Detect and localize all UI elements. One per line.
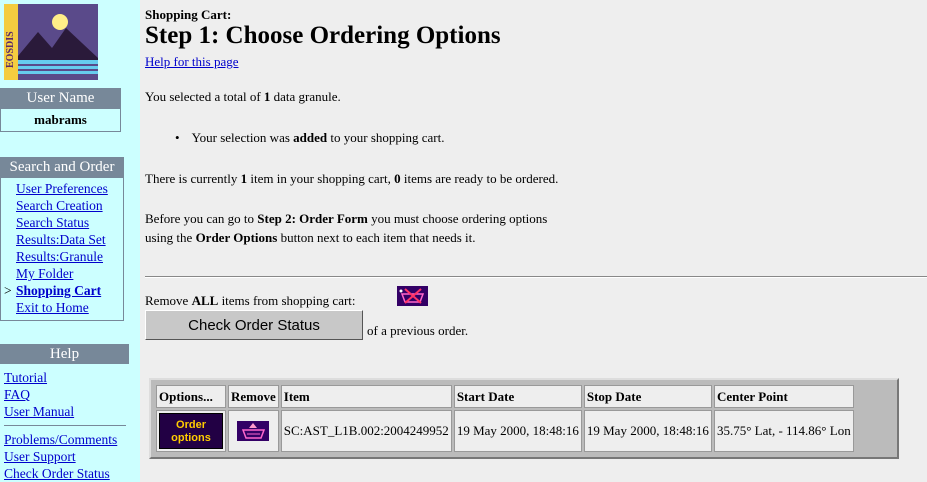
nav-item-results-granule: Results:Granule [0, 248, 124, 265]
nav-link-search-creation[interactable]: Search Creation [16, 198, 103, 213]
search-and-order-nav: User Preferences Search Creation Search … [0, 180, 124, 316]
cart-items-table: Options... Remove Item Start Date Stop D… [149, 378, 899, 459]
nav-link-user-preferences[interactable]: User Preferences [16, 181, 108, 196]
nav-item-user-preferences: User Preferences [0, 180, 124, 197]
order-options-button[interactable]: Order options [159, 413, 223, 449]
nav-link-results-data-set[interactable]: Results:Data Set [16, 232, 106, 247]
nav-item-results-data-set: Results:Data Set [0, 231, 124, 248]
breadcrumb: Shopping Cart: [145, 7, 232, 22]
remove-all-text: Remove ALL items from shopping cart: [145, 293, 356, 308]
help-nav: Tutorial FAQ User Manual Problems/Commen… [4, 369, 126, 482]
remove-all-cart-icon[interactable] [397, 286, 428, 306]
cart-status-text: There is currently 1 item in your shoppi… [145, 171, 559, 186]
instructions-line-1: Before you can go to Step 2: Order Form … [145, 211, 548, 226]
options-cell: Order options [156, 410, 226, 452]
search-and-order-heading: Search and Order [0, 157, 124, 177]
nav-item-shopping-cart: > Shopping Cart [0, 282, 124, 299]
item-cell: SC:AST_L1B.002:2004249952 [280, 410, 452, 452]
col-header-item: Item [280, 385, 452, 408]
nav-item-search-creation: Search Creation [0, 197, 124, 214]
eosdis-logo[interactable]: EOSDIS [4, 4, 98, 80]
selected-total-text: You selected a total of 1 data granule. [145, 89, 341, 104]
bullet-dot: • [175, 130, 180, 145]
nav-link-results-granule[interactable]: Results:Granule [16, 249, 103, 264]
help-for-this-page-link[interactable]: Help for this page [145, 54, 239, 70]
nav-link-shopping-cart[interactable]: Shopping Cart [16, 283, 101, 298]
check-order-status-button[interactable]: Check Order Status [145, 310, 363, 340]
stop-date-cell: 19 May 2000, 18:48:16 [583, 410, 712, 452]
nav-link-exit-to-home[interactable]: Exit to Home [16, 300, 89, 315]
nav-item-search-status: Search Status [0, 214, 124, 231]
table-row: Order options SC:AST_L1B.002:2004249952 [156, 410, 854, 452]
nav-item-my-folder: My Folder [0, 265, 124, 282]
nav-link-my-folder[interactable]: My Folder [16, 266, 73, 281]
user-name-value: mabrams [0, 108, 121, 132]
start-date-cell: 19 May 2000, 18:48:16 [453, 410, 582, 452]
help-link-user-support[interactable]: User Support [4, 449, 76, 464]
selection-added-bullet: • Your selection was added to your shoppi… [175, 130, 445, 145]
help-divider [4, 425, 126, 426]
nav-link-search-status[interactable]: Search Status [16, 215, 89, 230]
section-divider [145, 276, 927, 278]
help-link-tutorial[interactable]: Tutorial [4, 370, 47, 385]
help-link-user-manual[interactable]: User Manual [4, 404, 74, 419]
center-point-cell: 35.75° Lat, - 114.86° Lon [713, 410, 854, 452]
instructions-line-2: using the Order Options button next to e… [145, 230, 476, 245]
help-link-faq[interactable]: FAQ [4, 387, 30, 402]
table-header-row: Options... Remove Item Start Date Stop D… [156, 385, 854, 408]
col-header-stop-date: Stop Date [583, 385, 712, 408]
help-link-problems-comments[interactable]: Problems/Comments [4, 432, 117, 447]
nav-item-exit-to-home: Exit to Home [0, 299, 124, 316]
logo-text: EOSDIS [5, 31, 16, 68]
remove-item-cart-icon[interactable] [237, 421, 270, 441]
user-name-heading: User Name [0, 88, 121, 108]
current-page-marker: > [4, 283, 12, 298]
check-status-suffix: of a previous order. [367, 323, 469, 338]
sidebar: EOSDIS User Name mabrams Search and Orde… [0, 0, 140, 482]
col-header-remove: Remove [228, 385, 279, 408]
col-header-options: Options... [156, 385, 226, 408]
help-link-check-order-status[interactable]: Check Order Status [4, 466, 110, 481]
col-header-center-point: Center Point [713, 385, 854, 408]
help-heading: Help [0, 344, 129, 364]
remove-cell [228, 410, 279, 452]
page-title: Step 1: Choose Ordering Options [145, 22, 501, 49]
col-header-start-date: Start Date [453, 385, 582, 408]
